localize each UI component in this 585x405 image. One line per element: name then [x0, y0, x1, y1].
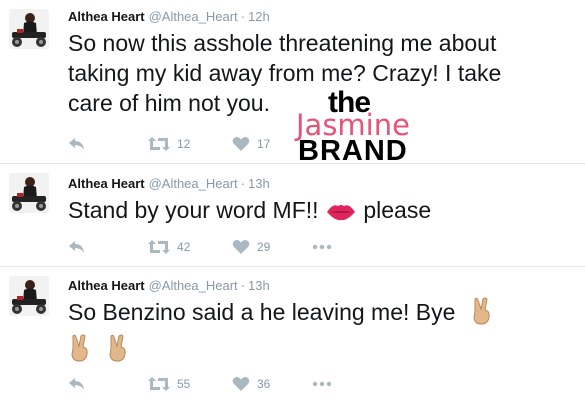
display-name[interactable]: Althea Heart [68, 278, 145, 293]
reply-icon [69, 378, 84, 390]
tweet-1[interactable]: Althea Heart @Althea_Heart · 12h So now thi… [0, 0, 585, 166]
reply-button[interactable] [68, 374, 86, 394]
user-handle[interactable]: @Althea_Heart [149, 9, 238, 24]
display-name[interactable]: Althea Heart [68, 9, 145, 24]
tweet-text-part: please [363, 197, 432, 223]
retweet-icon [148, 137, 170, 151]
avatar-image [9, 9, 49, 49]
avatar[interactable] [9, 173, 49, 213]
display-name[interactable]: Althea Heart [68, 176, 145, 191]
retweet-icon [148, 377, 170, 391]
reply-button[interactable] [68, 134, 86, 154]
tweet-text-line: So now this asshole threatening me about [68, 30, 497, 56]
avatar-image [9, 276, 49, 316]
retweet-count: 55 [177, 377, 191, 391]
tweet-text: Stand by your word MF!! please [68, 195, 573, 230]
more-icon [312, 244, 332, 250]
heart-icon [232, 240, 250, 254]
heart-icon [232, 137, 250, 151]
retweet-button[interactable]: 55 [148, 374, 190, 394]
tweet-actions: 42 29 [68, 237, 368, 257]
tweet-header: Althea Heart @Althea_Heart · 13h [68, 278, 270, 294]
more-icon [312, 381, 332, 387]
user-handle[interactable]: @Althea_Heart [149, 278, 238, 293]
separator-dot: · [240, 176, 245, 191]
victory-hand-icon [106, 334, 130, 369]
retweet-button[interactable]: 42 [148, 237, 190, 257]
tweet-3[interactable]: Althea Heart @Althea_Heart · 13h So Benzino… [0, 267, 585, 405]
separator-dot: · [240, 9, 245, 24]
timestamp[interactable]: 12h [248, 9, 270, 24]
tweet-header: Althea Heart @Althea_Heart · 13h [68, 176, 270, 192]
retweet-button[interactable]: 12 [148, 134, 190, 154]
tweet-text-part: Stand by your word MF!! [68, 197, 319, 223]
tweet-text-line: taking my kid away from me? Crazy! I tak… [68, 60, 502, 86]
reply-button[interactable] [68, 237, 86, 257]
kiss-lips-icon [325, 200, 357, 230]
like-count: 29 [257, 240, 271, 254]
timestamp[interactable]: 13h [248, 278, 270, 293]
separator-dot: · [240, 278, 245, 293]
heart-icon [232, 377, 250, 391]
more-button[interactable] [312, 374, 332, 394]
like-button[interactable]: 36 [232, 374, 270, 394]
avatar[interactable] [9, 276, 49, 316]
avatar[interactable] [9, 9, 49, 49]
like-button[interactable]: 17 [232, 134, 270, 154]
retweet-icon [148, 240, 170, 254]
victory-hand-icon [68, 334, 92, 369]
watermark-brand: BRAND [298, 135, 408, 167]
victory-hand-icon [470, 297, 494, 332]
like-count: 36 [257, 377, 271, 391]
like-button[interactable]: 29 [232, 237, 270, 257]
avatar-image [9, 173, 49, 213]
like-count: 17 [257, 137, 271, 151]
tweet-text: So Benzino said a he leaving me! Bye [68, 297, 573, 369]
more-button[interactable] [312, 237, 332, 257]
reply-icon [69, 138, 84, 150]
tweet-2[interactable]: Althea Heart @Althea_Heart · 13h Stand by y… [0, 164, 585, 266]
retweet-count: 42 [177, 240, 191, 254]
reply-icon [69, 241, 84, 253]
tweet-header: Althea Heart @Althea_Heart · 12h [68, 9, 270, 25]
tweet-text-part: So Benzino said a he leaving me! Bye [68, 299, 456, 325]
retweet-count: 12 [177, 137, 191, 151]
user-handle[interactable]: @Althea_Heart [149, 176, 238, 191]
watermark-logo: the Jasmine BRAND [292, 88, 432, 168]
tweet-actions: 55 36 [68, 374, 368, 394]
timestamp[interactable]: 13h [248, 176, 270, 191]
